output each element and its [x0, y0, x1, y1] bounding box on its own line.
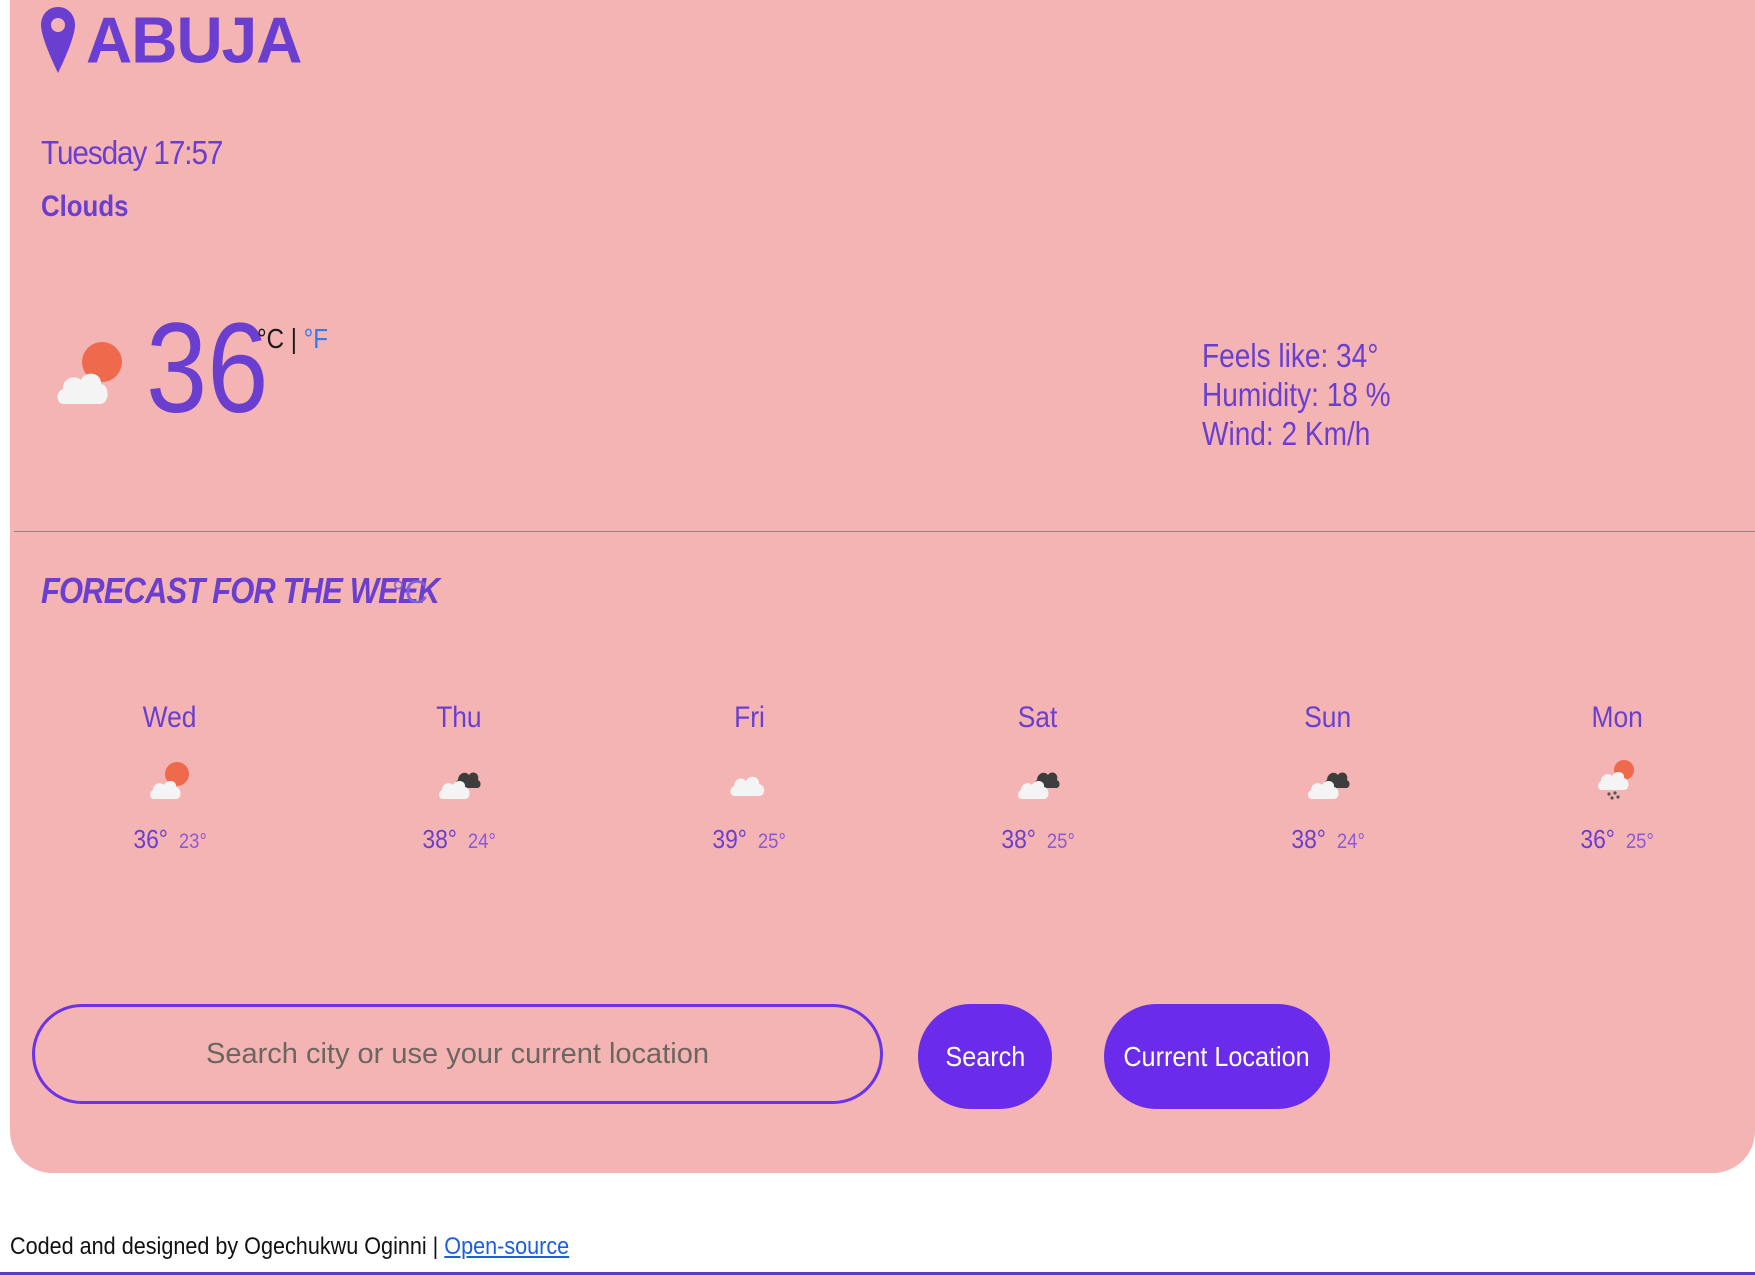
forecast-temps: 38° 24°	[379, 824, 539, 857]
forecast-day-name: Thu	[436, 701, 482, 734]
cloud-dark-icon	[1308, 772, 1350, 799]
forecast-title: FORECAST FOR THE WEEK	[41, 570, 440, 611]
cloud-icon	[730, 776, 765, 796]
footer: Coded and designed by Ogechukwu Oginni |…	[10, 1233, 569, 1261]
forecast-day-name: Fri	[733, 701, 765, 734]
city-name: ABUJA	[86, 3, 302, 77]
open-source-link[interactable]: Open-source	[444, 1233, 569, 1260]
current-location-button[interactable]: Current Location	[1104, 1004, 1330, 1109]
forecast-day-name: Wed	[143, 701, 197, 734]
unit-separator: |	[290, 323, 297, 354]
forecast-max: 38°	[1001, 824, 1036, 854]
forecast-max: 38°	[422, 824, 457, 854]
footer-text: Coded and designed by Ogechukwu Oginni |	[10, 1233, 445, 1260]
cloud-dark-icon	[439, 772, 481, 799]
date-time: Tuesday 17:57	[41, 134, 223, 171]
forecast-day: Sun 38° 24°	[1248, 700, 1408, 857]
forecast-min: 25°	[758, 830, 787, 853]
forecast-max: 39°	[712, 824, 747, 854]
forecast-temps: 39° 25°	[669, 824, 829, 857]
forecast-min: 23°	[179, 830, 208, 853]
forecast-temps: 36° 23°	[90, 824, 250, 857]
cloud-sun-icon	[150, 762, 189, 799]
humidity: Humidity: 18 %	[1202, 376, 1391, 413]
location-header: ABUJA	[40, 2, 302, 78]
forecast-day-name: Sat	[1018, 701, 1058, 734]
forecast-unit: °C	[392, 574, 428, 610]
cloud-sun-icon	[57, 342, 122, 404]
search-button-label: Search	[945, 1040, 1025, 1072]
forecast-max: 36°	[1580, 824, 1615, 854]
cloud-sun-rain-icon	[1598, 760, 1634, 800]
forecast-day: Mon 36° 25°	[1537, 700, 1697, 857]
search-input[interactable]	[32, 1004, 883, 1104]
cloud-dark-icon	[1018, 772, 1060, 799]
celsius-link[interactable]: °C	[257, 323, 284, 354]
weather-condition: Clouds	[41, 190, 129, 223]
city-row: ABUJA	[40, 2, 302, 78]
current-temperature: 36	[146, 297, 269, 440]
forecast-min: 24°	[468, 830, 497, 853]
current-location-button-label: Current Location	[1123, 1040, 1311, 1072]
forecast-day-name: Sun	[1304, 701, 1352, 734]
forecast-temps: 38° 24°	[1248, 824, 1408, 857]
search-button[interactable]: Search	[918, 1004, 1052, 1109]
feels-like: Feels like: 34°	[1202, 337, 1379, 374]
forecast-day: Sat 38° 25°	[958, 700, 1118, 857]
forecast-min: 24°	[1337, 830, 1366, 853]
forecast-day: Thu 38° 24°	[379, 700, 539, 857]
weather-card: ABUJA Tuesday 17:57 Clouds 36 °C | °F Fe…	[10, 0, 1755, 1173]
forecast-max: 36°	[133, 824, 168, 854]
section-divider	[14, 531, 1755, 532]
location-pin-icon	[41, 7, 75, 73]
fahrenheit-link[interactable]: °F	[304, 323, 328, 354]
forecast-day: Fri 39° 25°	[669, 700, 829, 857]
weather-details: Feels like: 34° Humidity: 18 % Wind: 2 K…	[1202, 336, 1391, 453]
forecast-temps: 38° 25°	[958, 824, 1118, 857]
wind: Wind: 2 Km/h	[1202, 415, 1371, 452]
forecast-temps: 36° 25°	[1537, 824, 1697, 857]
forecast-day-name: Mon	[1591, 701, 1643, 734]
forecast-min: 25°	[1047, 830, 1076, 853]
forecast-day: Wed 36° 23°	[90, 700, 250, 857]
unit-toggle: °C | °F	[257, 322, 328, 356]
forecast-max: 38°	[1291, 824, 1326, 854]
forecast-min: 25°	[1626, 830, 1655, 853]
